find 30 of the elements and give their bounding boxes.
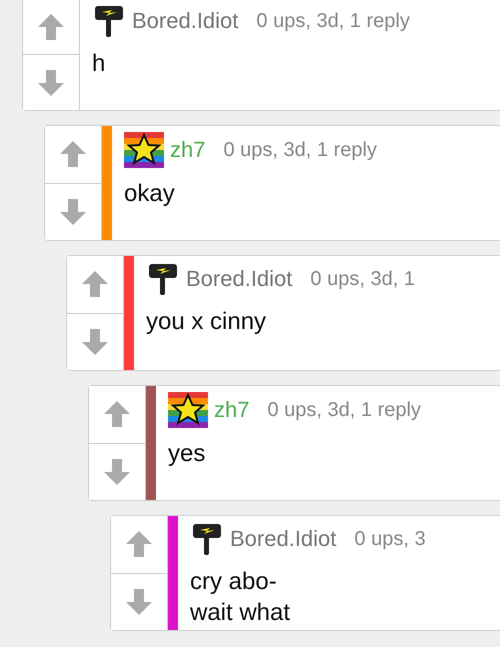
comment-text: h xyxy=(92,49,106,79)
up-arrow-icon xyxy=(58,139,88,170)
downvote-button[interactable] xyxy=(67,312,123,370)
downvote-button[interactable] xyxy=(89,442,145,500)
down-arrow-icon xyxy=(36,68,66,98)
down-arrow-icon xyxy=(58,196,88,227)
downvote-button[interactable] xyxy=(45,182,101,240)
comment-text: cry abo- wait what xyxy=(190,567,292,628)
username-link[interactable]: zh7 xyxy=(170,137,206,163)
comment-text: yes xyxy=(168,439,206,469)
username-link[interactable]: zh7 xyxy=(214,397,250,423)
up-arrow-icon xyxy=(124,529,154,560)
up-arrow-icon xyxy=(36,12,66,42)
comment-text: okay xyxy=(124,179,176,209)
username-link[interactable]: Bored.Idiot xyxy=(230,526,336,552)
downvote-button[interactable] xyxy=(111,572,167,630)
comment-text: you x cinny xyxy=(146,307,268,337)
down-arrow-icon xyxy=(102,456,132,487)
down-arrow-icon xyxy=(124,586,154,617)
comment-meta: 0 ups, 3d, 1 reply xyxy=(267,398,421,422)
down-arrow-icon xyxy=(80,326,110,357)
up-arrow-icon xyxy=(102,399,132,430)
comment-meta: 0 ups, 3d, 1 reply xyxy=(223,138,377,162)
comment-meta: 0 ups, 3 xyxy=(354,528,426,550)
up-arrow-icon xyxy=(80,269,110,300)
downvote-button[interactable] xyxy=(23,54,79,110)
comment-meta: 0 ups, 3d, 1 reply xyxy=(256,10,410,32)
username-link[interactable]: Bored.Idiot xyxy=(132,8,238,34)
username-link[interactable]: Bored.Idiot xyxy=(186,266,292,292)
comment-meta: 0 ups, 3d, 1 xyxy=(310,268,415,290)
